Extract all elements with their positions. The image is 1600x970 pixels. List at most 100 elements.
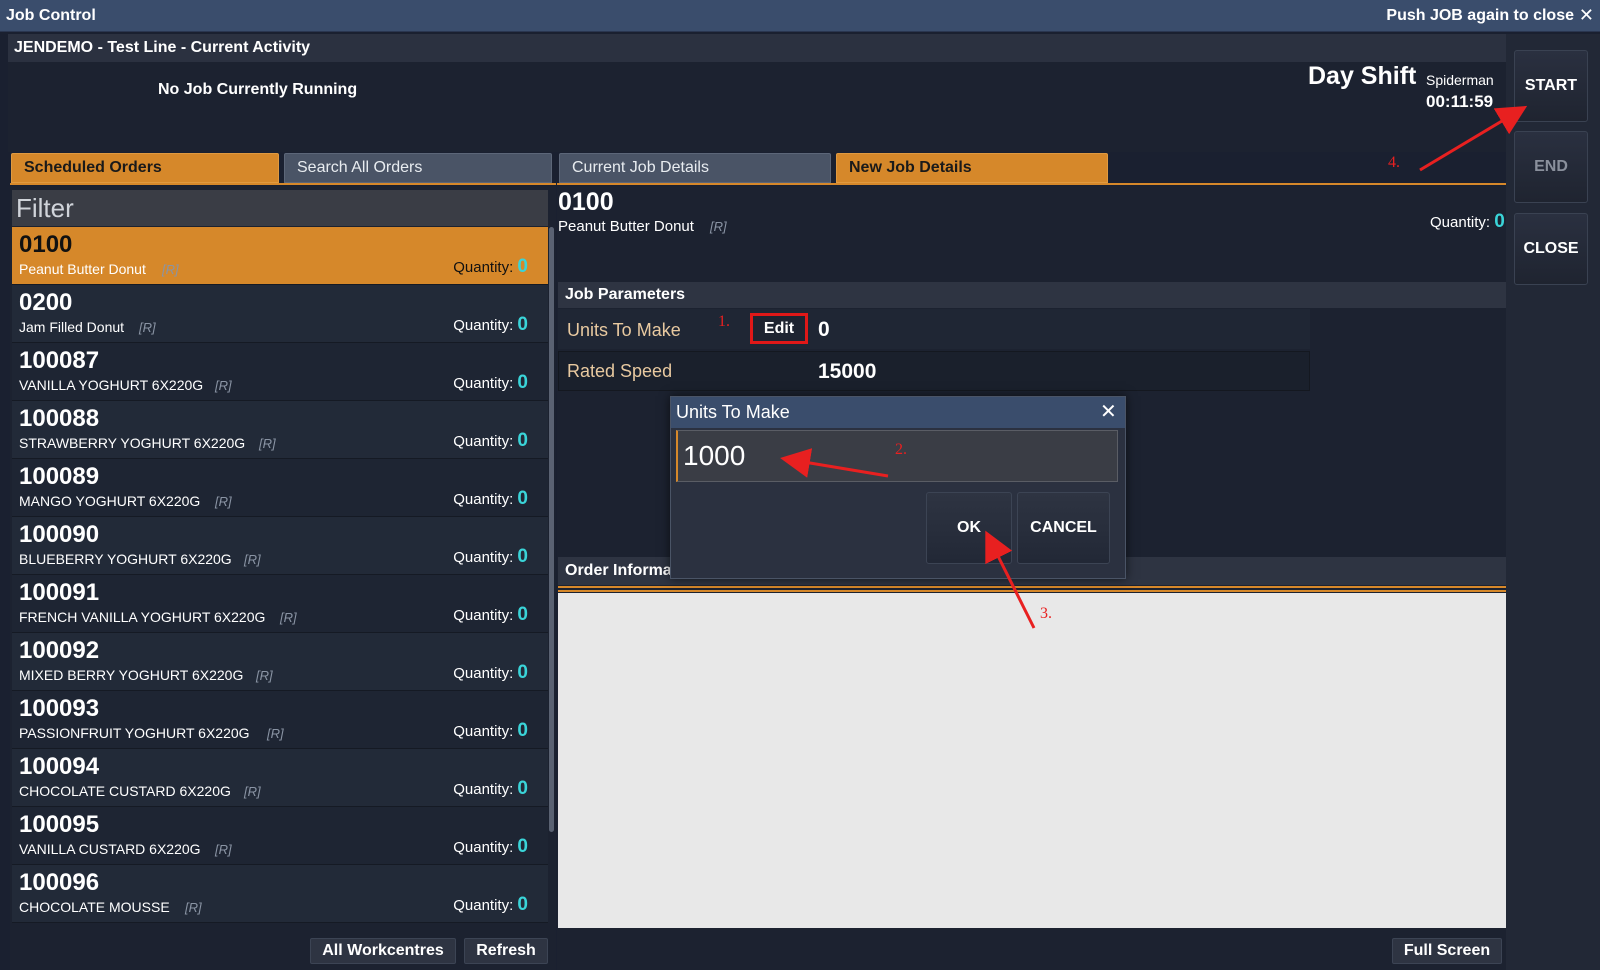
cancel-button[interactable]: CANCEL	[1017, 492, 1110, 564]
tab-current-job-details[interactable]: Current Job Details	[559, 153, 831, 183]
end-button[interactable]: END	[1514, 131, 1588, 203]
order-description: CHOCOLATE MOUSSE	[19, 899, 170, 915]
order-row[interactable]: 100092 MIXED BERRY YOGHURT 6X220G [R] Quant…	[12, 633, 548, 691]
order-code: 0200	[19, 289, 73, 316]
all-workcentres-button[interactable]: All Workcentres	[310, 938, 456, 964]
order-flag: [R]	[215, 378, 232, 393]
order-quantity-value: 0	[517, 314, 528, 335]
job-parameters-header	[558, 282, 1506, 308]
refresh-button[interactable]: Refresh	[464, 938, 548, 964]
order-quantity-label: Quantity:	[453, 317, 514, 334]
order-quantity: Quantity: 0	[453, 546, 528, 568]
rated-speed-value: 15000	[818, 360, 877, 383]
tab-search-all-orders[interactable]: Search All Orders	[284, 153, 552, 183]
order-row[interactable]: 0100 Peanut Butter Donut [R] Quantity: 0	[12, 227, 548, 285]
order-quantity: Quantity: 0	[453, 662, 528, 684]
order-row[interactable]: 100090 BLUEBERRY YOGHURT 6X220G [R] Quantit…	[12, 517, 548, 575]
order-description: CHOCOLATE CUSTARD 6X220G	[19, 783, 231, 799]
order-flag: [R]	[244, 784, 261, 799]
job-parameters-title: Job Parameters	[565, 286, 686, 303]
units-dialog-title: Units To Make	[676, 402, 790, 422]
order-row[interactable]: 100093 PASSIONFRUIT YOGHURT 6X220G [R] Quan…	[12, 691, 548, 749]
order-code: 100090	[19, 521, 100, 548]
job-status: No Job Currently Running	[158, 81, 358, 98]
order-row[interactable]: 100088 STRAWBERRY YOGHURT 6X220G [R] Quanti…	[12, 401, 548, 459]
order-row[interactable]: 100095 VANILLA CUSTARD 6X220G [R] Quantity:…	[12, 807, 548, 865]
order-information-divider	[558, 586, 1506, 588]
order-code: 100087	[19, 347, 100, 374]
order-quantity-value: 0	[517, 604, 528, 625]
order-quantity: Quantity: 0	[453, 430, 528, 452]
order-quantity: Quantity: 0	[453, 778, 528, 800]
tab-new-job-details[interactable]: New Job Details	[836, 153, 1108, 183]
title-bar	[0, 0, 1600, 32]
units-to-make-value: 0	[818, 318, 830, 341]
dialog-close-icon[interactable]: ✕	[1100, 399, 1117, 424]
order-quantity-label: Quantity:	[453, 433, 514, 450]
order-row[interactable]: 0200 Jam Filled Donut [R] Quantity: 0	[12, 285, 548, 343]
order-quantity-label: Quantity:	[453, 491, 514, 508]
window-title: Job Control	[6, 7, 96, 24]
order-quantity: Quantity: 0	[453, 894, 528, 916]
order-quantity-label: Quantity:	[453, 723, 514, 740]
job-quantity-label: Quantity:	[1430, 214, 1491, 231]
tab-underline	[10, 183, 556, 185]
order-description: VANILLA YOGHURT 6X220G	[19, 377, 204, 393]
shift-label: Day Shift	[1308, 62, 1417, 90]
order-row[interactable]: 100096 CHOCOLATE MOUSSE [R] Quantity: 0	[12, 865, 548, 923]
order-quantity-label: Quantity:	[453, 607, 514, 624]
full-screen-button[interactable]: Full Screen	[1392, 938, 1502, 964]
annotation-number-4: 4.	[1388, 154, 1400, 171]
list-scrollbar[interactable]	[549, 227, 554, 832]
order-code: 100092	[19, 637, 100, 664]
order-flag: [R]	[185, 900, 202, 915]
order-quantity-value: 0	[517, 256, 528, 277]
close-button[interactable]: CLOSE	[1514, 213, 1588, 285]
order-quantity: Quantity: 0	[453, 604, 528, 626]
start-button[interactable]: START	[1514, 50, 1588, 122]
order-flag: [R]	[162, 262, 179, 277]
order-description: VANILLA CUSTARD 6X220G	[19, 841, 201, 857]
order-quantity: Quantity: 0	[453, 256, 528, 278]
ok-button[interactable]: OK	[926, 492, 1012, 564]
order-quantity-value: 0	[517, 778, 528, 799]
order-quantity-label: Quantity:	[453, 897, 514, 914]
user-label: Spiderman	[1426, 72, 1494, 88]
order-flag: [R]	[215, 842, 232, 857]
order-quantity-value: 0	[517, 430, 528, 451]
order-quantity-value: 0	[517, 836, 528, 857]
order-description: Jam Filled Donut	[19, 319, 125, 335]
order-quantity-value: 0	[517, 546, 528, 567]
order-row[interactable]: 100094 CHOCOLATE CUSTARD 6X220G [R] Quantit…	[12, 749, 548, 807]
order-description: BLUEBERRY YOGHURT 6X220G	[19, 551, 232, 567]
annotation-number-1: 1.	[718, 313, 730, 330]
order-code: 100091	[19, 579, 100, 606]
annotation-number-2: 2.	[895, 441, 907, 458]
order-quantity: Quantity: 0	[453, 372, 528, 394]
order-flag: [R]	[280, 610, 297, 625]
tab-scheduled-orders[interactable]: Scheduled Orders	[11, 153, 279, 183]
order-flag: [R]	[244, 552, 261, 567]
order-code: 0100	[19, 231, 73, 258]
job-code: 0100	[558, 188, 614, 216]
order-flag: [R]	[267, 726, 284, 741]
window-close-icon[interactable]: ✕	[1579, 5, 1594, 26]
edit-button[interactable]: Edit	[750, 313, 808, 344]
order-quantity-label: Quantity:	[453, 259, 514, 276]
order-row[interactable]: 100089 MANGO YOGHURT 6X220G [R] Quantity: 0	[12, 459, 548, 517]
order-quantity-label: Quantity:	[453, 781, 514, 798]
order-code: 100093	[19, 695, 100, 722]
order-quantity: Quantity: 0	[453, 488, 528, 510]
order-description: MANGO YOGHURT 6X220G	[19, 493, 201, 509]
units-to-make-label: Units To Make	[567, 320, 681, 340]
close-hint: Push JOB again to close	[1386, 7, 1574, 24]
order-quantity-value: 0	[517, 662, 528, 683]
order-quantity-value: 0	[517, 488, 528, 509]
order-flag: [R]	[215, 494, 232, 509]
order-row[interactable]: 100087 VANILLA YOGHURT 6X220G [R] Quantity:…	[12, 343, 548, 401]
filter-input[interactable]: Filter	[12, 190, 548, 226]
order-description: FRENCH VANILLA YOGHURT 6X220G	[19, 609, 266, 625]
order-code: 100094	[19, 753, 100, 780]
order-flag: [R]	[259, 436, 276, 451]
order-row[interactable]: 100091 FRENCH VANILLA YOGHURT 6X220G [R] Qu…	[12, 575, 548, 633]
